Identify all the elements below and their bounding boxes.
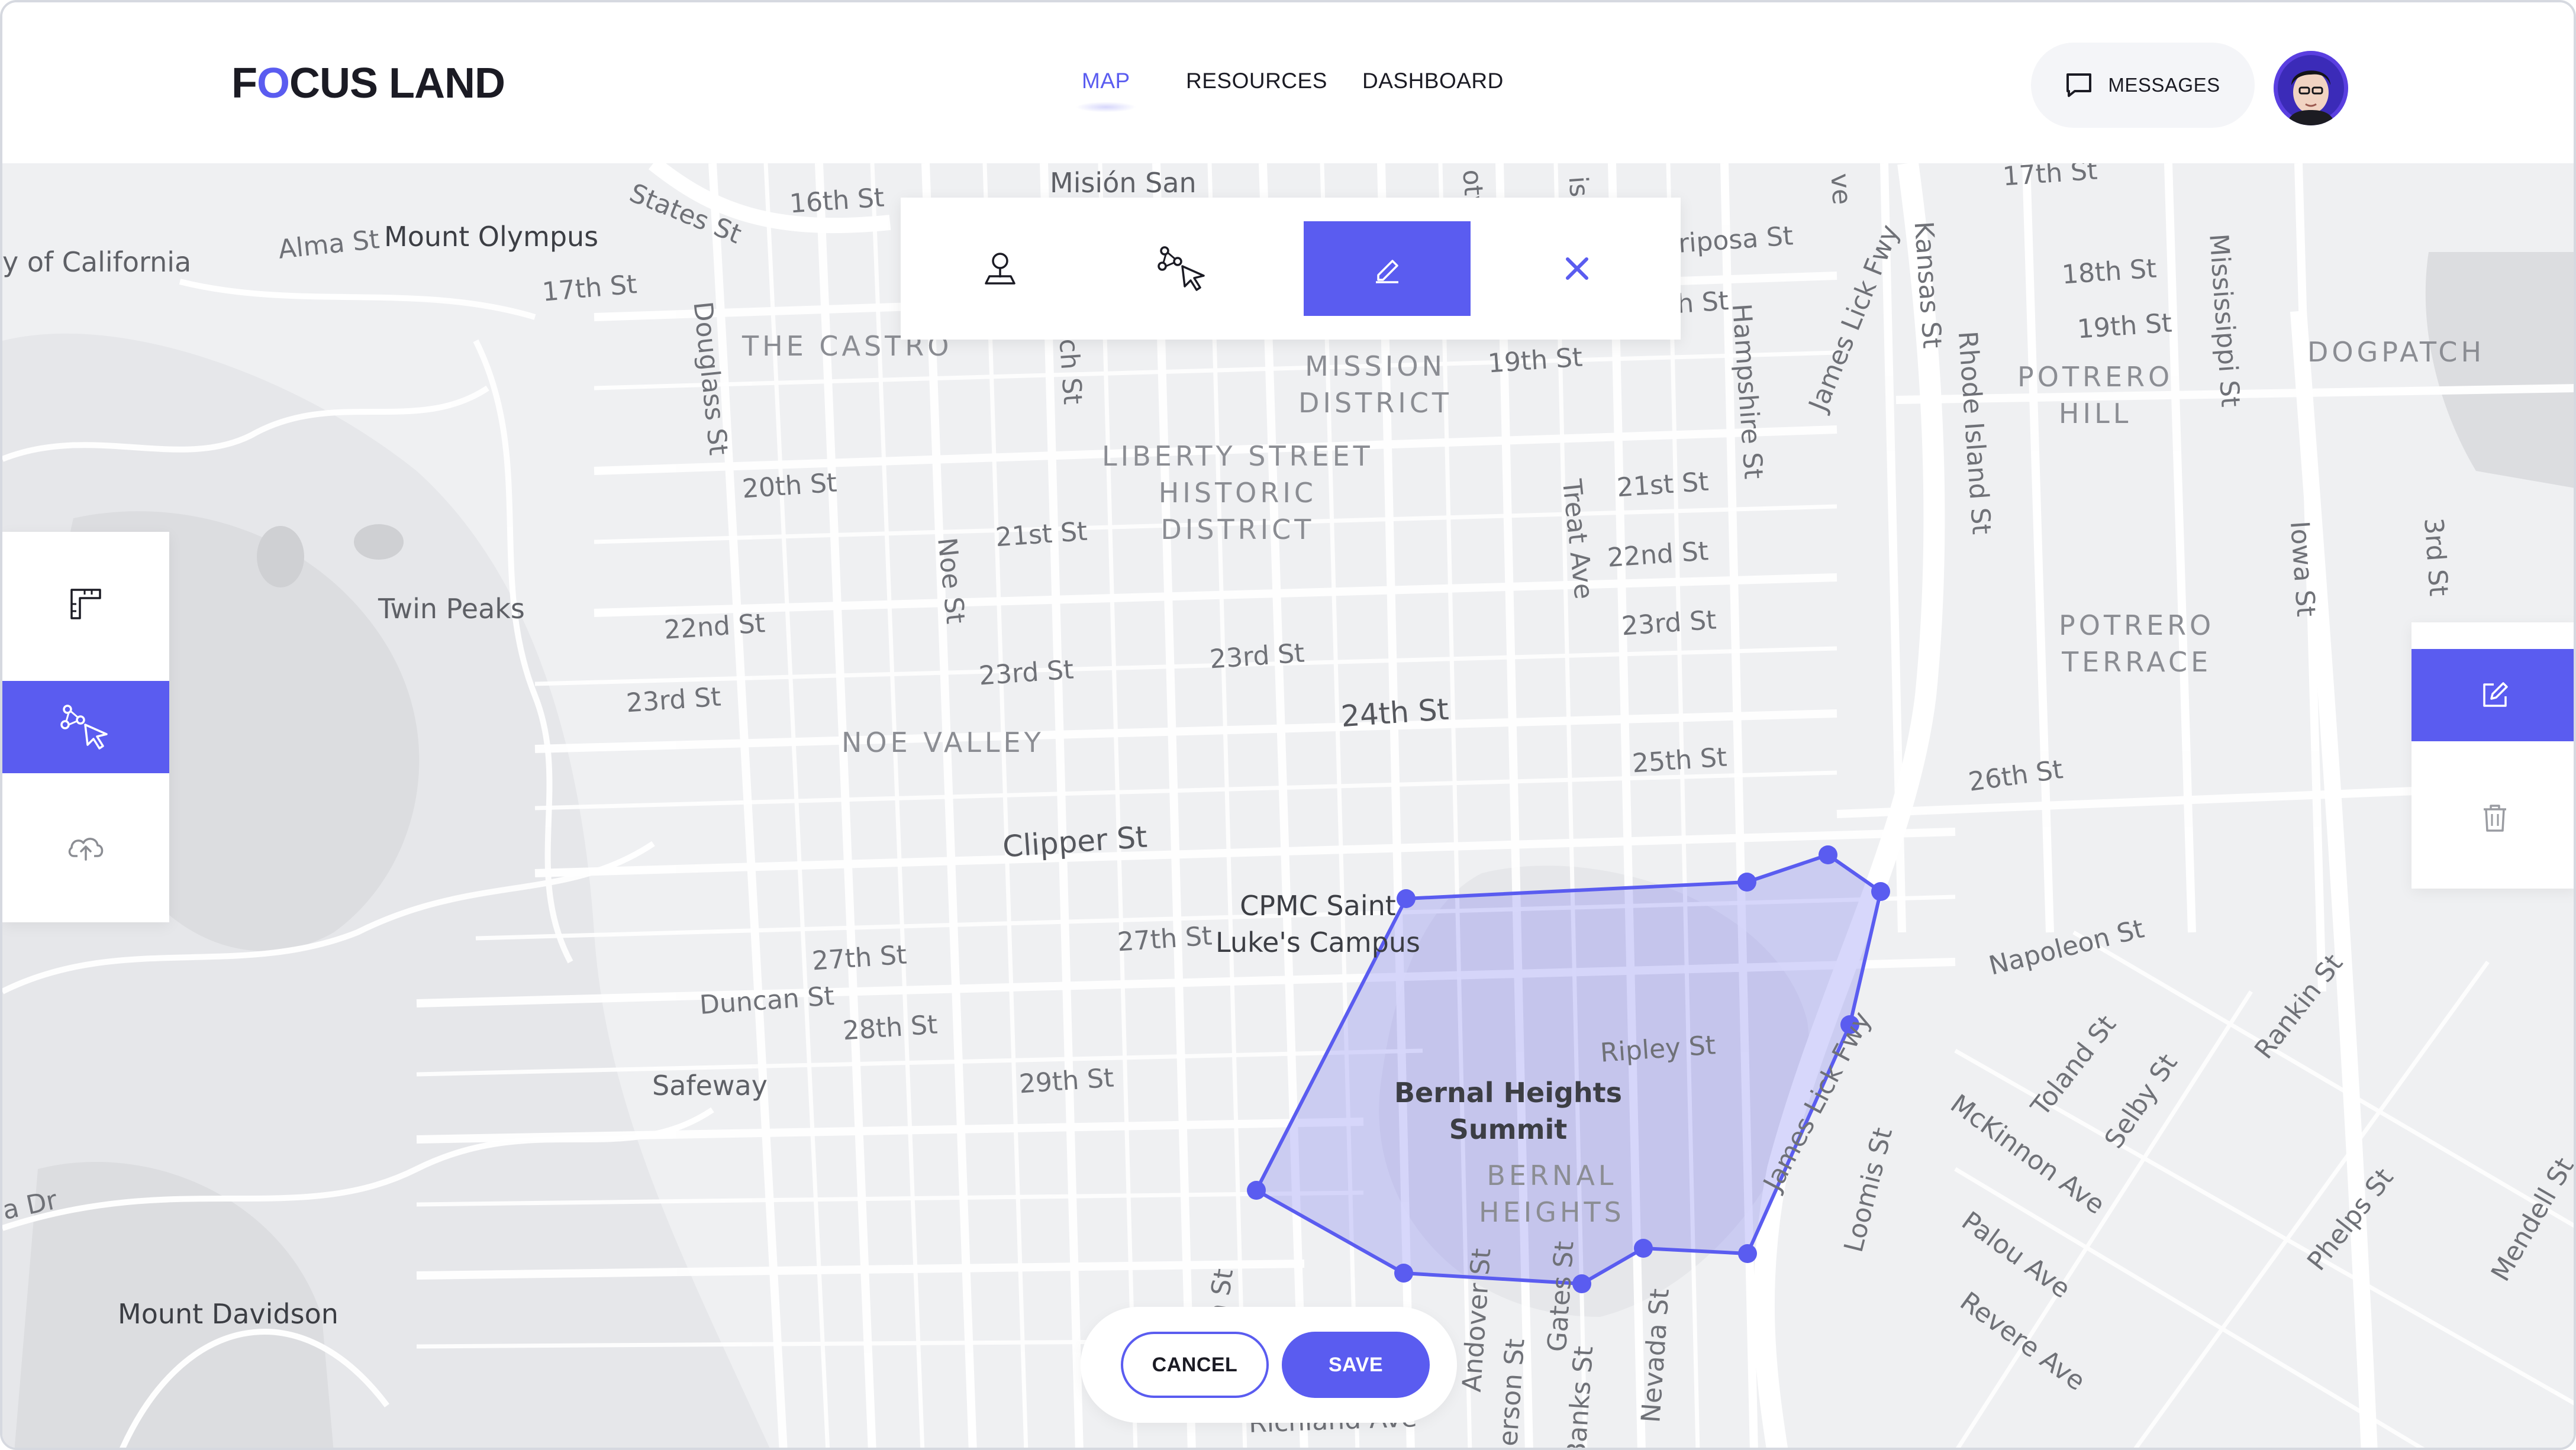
tool-pin[interactable] — [901, 221, 1100, 316]
right-tool-panel — [2411, 622, 2574, 889]
messages-button[interactable]: MESSAGES — [2031, 43, 2255, 128]
nav-item-map[interactable]: MAP — [1076, 69, 1136, 112]
place-label: Bernal Heights Summit — [1394, 1077, 1623, 1145]
node-pointer-icon — [60, 705, 108, 750]
district-label: BERNAL HEIGHTS — [1479, 1160, 1625, 1228]
district-label: POTRERO TERRACE — [2059, 609, 2215, 678]
ruler-icon — [70, 589, 101, 619]
cancel-button[interactable]: CANCEL — [1121, 1332, 1269, 1398]
place-label: CPMC Saint Luke's Campus — [1216, 890, 1420, 958]
draw-toolbar — [901, 198, 1681, 340]
place-label: Misión San — [1050, 167, 1197, 199]
map-pin-icon — [985, 253, 1015, 285]
map-canvas[interactable]: THE CASTRO MISSION DISTRICT LIBERTY STRE… — [2, 155, 2574, 1448]
district-label: POTRERO HILL — [2017, 361, 2174, 429]
cloud-upload-icon — [68, 838, 104, 861]
district-label: LIBERTY STREET HISTORIC DISTRICT — [1102, 440, 1374, 545]
close-icon — [1566, 257, 1588, 280]
user-avatar[interactable] — [2274, 51, 2348, 125]
left-tool-panel — [2, 532, 169, 922]
chat-bubble-icon — [2066, 73, 2092, 97]
tool-close[interactable] — [1494, 221, 1661, 316]
draw-polygon-button[interactable] — [2, 681, 169, 773]
street-label: h St — [1676, 286, 1730, 319]
place-label: Safeway — [652, 1070, 768, 1102]
trash-icon — [2484, 805, 2506, 832]
top-header: FOCUS LAND MAP RESOURCES DASHBOARD MESSA… — [2, 2, 2574, 163]
place-label: Mount Davidson — [118, 1298, 338, 1330]
edit-shape-button[interactable] — [2411, 649, 2574, 741]
street-label: 21st St — [1616, 466, 1710, 503]
place-label: y of California — [2, 246, 192, 278]
edit-square-icon — [2483, 682, 2508, 707]
avatar-portrait-icon — [2274, 51, 2348, 125]
street-label: 21st St — [994, 516, 1088, 553]
nav-item-dashboard[interactable]: DASHBOARD — [1362, 69, 1504, 93]
district-label: MISSION DISTRICT — [1298, 350, 1453, 419]
save-button[interactable]: SAVE — [1282, 1332, 1430, 1398]
pencil-icon — [1376, 260, 1398, 283]
ruler-button[interactable] — [2, 558, 169, 650]
action-bar: CANCEL SAVE — [1081, 1307, 1457, 1423]
street-label: ve — [1824, 172, 1857, 206]
tool-select-nodes[interactable] — [1100, 221, 1266, 316]
nav-item-resources[interactable]: RESOURCES — [1186, 69, 1327, 93]
upload-button[interactable] — [2, 802, 169, 894]
node-pointer-icon — [1158, 246, 1205, 291]
place-label: Twin Peaks — [378, 593, 525, 625]
tool-edit[interactable] — [1304, 221, 1471, 316]
district-label: DOGPATCH — [2307, 336, 2485, 368]
messages-label: MESSAGES — [2108, 74, 2220, 96]
district-label: NOE VALLEY — [842, 726, 1044, 758]
place-label: Mount Olympus — [384, 221, 599, 253]
street-label: 3rd St — [2418, 516, 2454, 598]
app-window: FOCUS LAND MAP RESOURCES DASHBOARD MESSA… — [0, 0, 2576, 1450]
map-background — [2, 163, 2574, 1448]
delete-shape-button[interactable] — [2411, 771, 2574, 864]
